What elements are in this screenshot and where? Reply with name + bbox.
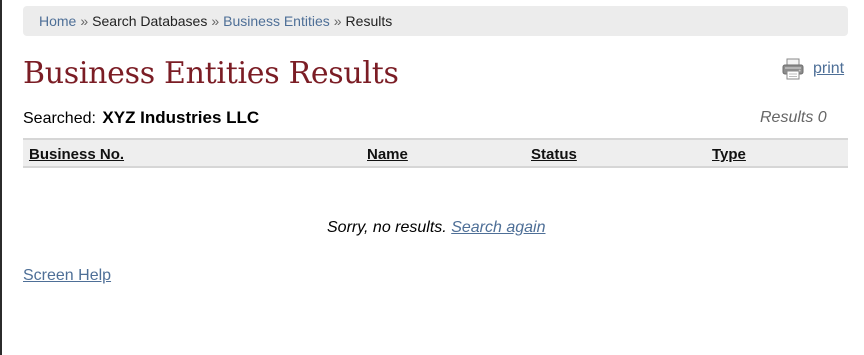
no-results-message: Sorry, no results. (327, 219, 447, 236)
results-count: Results 0 (760, 109, 827, 126)
printer-icon (782, 58, 804, 80)
breadcrumb: Home» Search Databases» Business Entities»… (23, 6, 848, 36)
searched-label: Searched: (23, 110, 96, 127)
page-title: Business Entities Results (23, 56, 399, 91)
results-table-header: Business No. Name Status Type (23, 138, 848, 168)
search-again-link[interactable]: Search again (451, 219, 545, 236)
breadcrumb-current-results: Results (345, 13, 393, 29)
column-header-business-no[interactable]: Business No. (29, 146, 124, 163)
breadcrumb-separator: » (333, 13, 342, 29)
searched-term: XYZ Industries LLC (102, 108, 260, 127)
screen-help-link[interactable]: Screen Help (23, 267, 111, 285)
print-link[interactable]: print (782, 58, 844, 80)
searched-summary: Searched: XYZ Industries LLC (23, 108, 259, 128)
print-label: print (813, 60, 845, 77)
breadcrumb-separator: » (211, 13, 220, 29)
column-header-name[interactable]: Name (367, 146, 408, 163)
left-border (0, 0, 2, 355)
breadcrumb-home-link[interactable]: Home (39, 13, 76, 29)
breadcrumb-business-entities-link[interactable]: Business Entities (223, 13, 330, 29)
empty-state: Sorry, no results. Search again (327, 219, 546, 237)
column-header-status[interactable]: Status (531, 146, 577, 163)
breadcrumb-search-databases: Search Databases (92, 13, 208, 29)
breadcrumb-separator: » (80, 13, 89, 29)
column-header-type[interactable]: Type (712, 146, 746, 163)
